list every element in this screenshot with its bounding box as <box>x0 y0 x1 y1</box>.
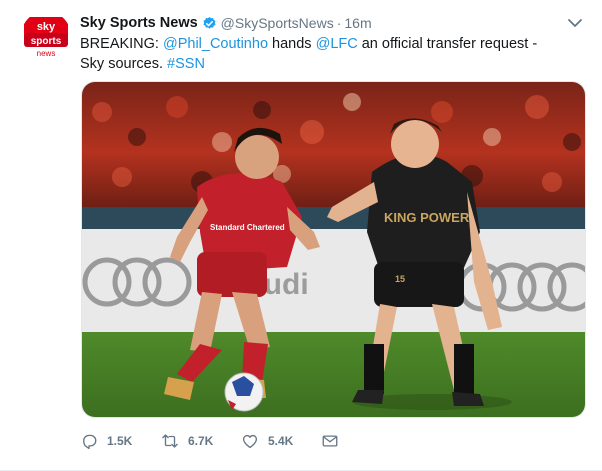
avatar-logo-sports: sports <box>31 36 62 47</box>
tweet-header: Sky Sports News @SkySportsNews · 16m <box>80 13 372 33</box>
retweet-icon <box>162 434 178 448</box>
author-display-name[interactable]: Sky Sports News <box>80 15 198 31</box>
caret-down-icon[interactable] <box>566 16 584 30</box>
tweet-text-part-1: BREAKING: <box>80 36 163 52</box>
player-shorts-number: 15 <box>395 274 405 284</box>
like-count: 5.4K <box>268 434 294 448</box>
shirt-sponsor-left: Standard Chartered <box>210 223 285 232</box>
football <box>224 372 264 412</box>
author-avatar[interactable]: sky sports news <box>21 11 71 61</box>
shirt-sponsor-right: KING POWER <box>384 210 470 225</box>
direct-message-icon <box>322 435 338 447</box>
hashtag-link[interactable]: #SSN <box>167 56 205 72</box>
tweet[interactable]: sky sports news Sky Sports News @SkySpor… <box>0 0 602 471</box>
tweet-text-part-2: hands <box>268 36 316 52</box>
like-icon <box>242 434 258 449</box>
mention-link[interactable]: @Phil_Coutinho <box>163 36 268 52</box>
reply-icon <box>83 434 97 450</box>
pitch <box>82 332 585 417</box>
tweet-photo[interactable]: Audi 15 KING POWER Standard Chartered <box>81 81 586 418</box>
tweet-timestamp[interactable]: 16m <box>344 15 371 31</box>
author-handle[interactable]: @SkySportsNews <box>221 15 334 31</box>
avatar-logo-sky: sky <box>37 21 56 33</box>
reply-button[interactable]: 1.5K <box>80 432 132 450</box>
mention-link[interactable]: @LFC <box>316 36 358 52</box>
avatar-logo-news: news <box>37 49 56 58</box>
retweet-count: 6.7K <box>188 434 214 448</box>
tweet-text: BREAKING: @Phil_Coutinho hands @LFC an o… <box>80 34 550 74</box>
header-separator: · <box>336 15 342 31</box>
retweet-button[interactable]: 6.7K <box>161 432 213 450</box>
verified-badge-icon <box>202 16 217 31</box>
reply-count: 1.5K <box>107 434 133 448</box>
crowd-background <box>82 82 585 222</box>
direct-message-button[interactable] <box>321 432 348 450</box>
like-button[interactable]: 5.4K <box>241 432 293 450</box>
